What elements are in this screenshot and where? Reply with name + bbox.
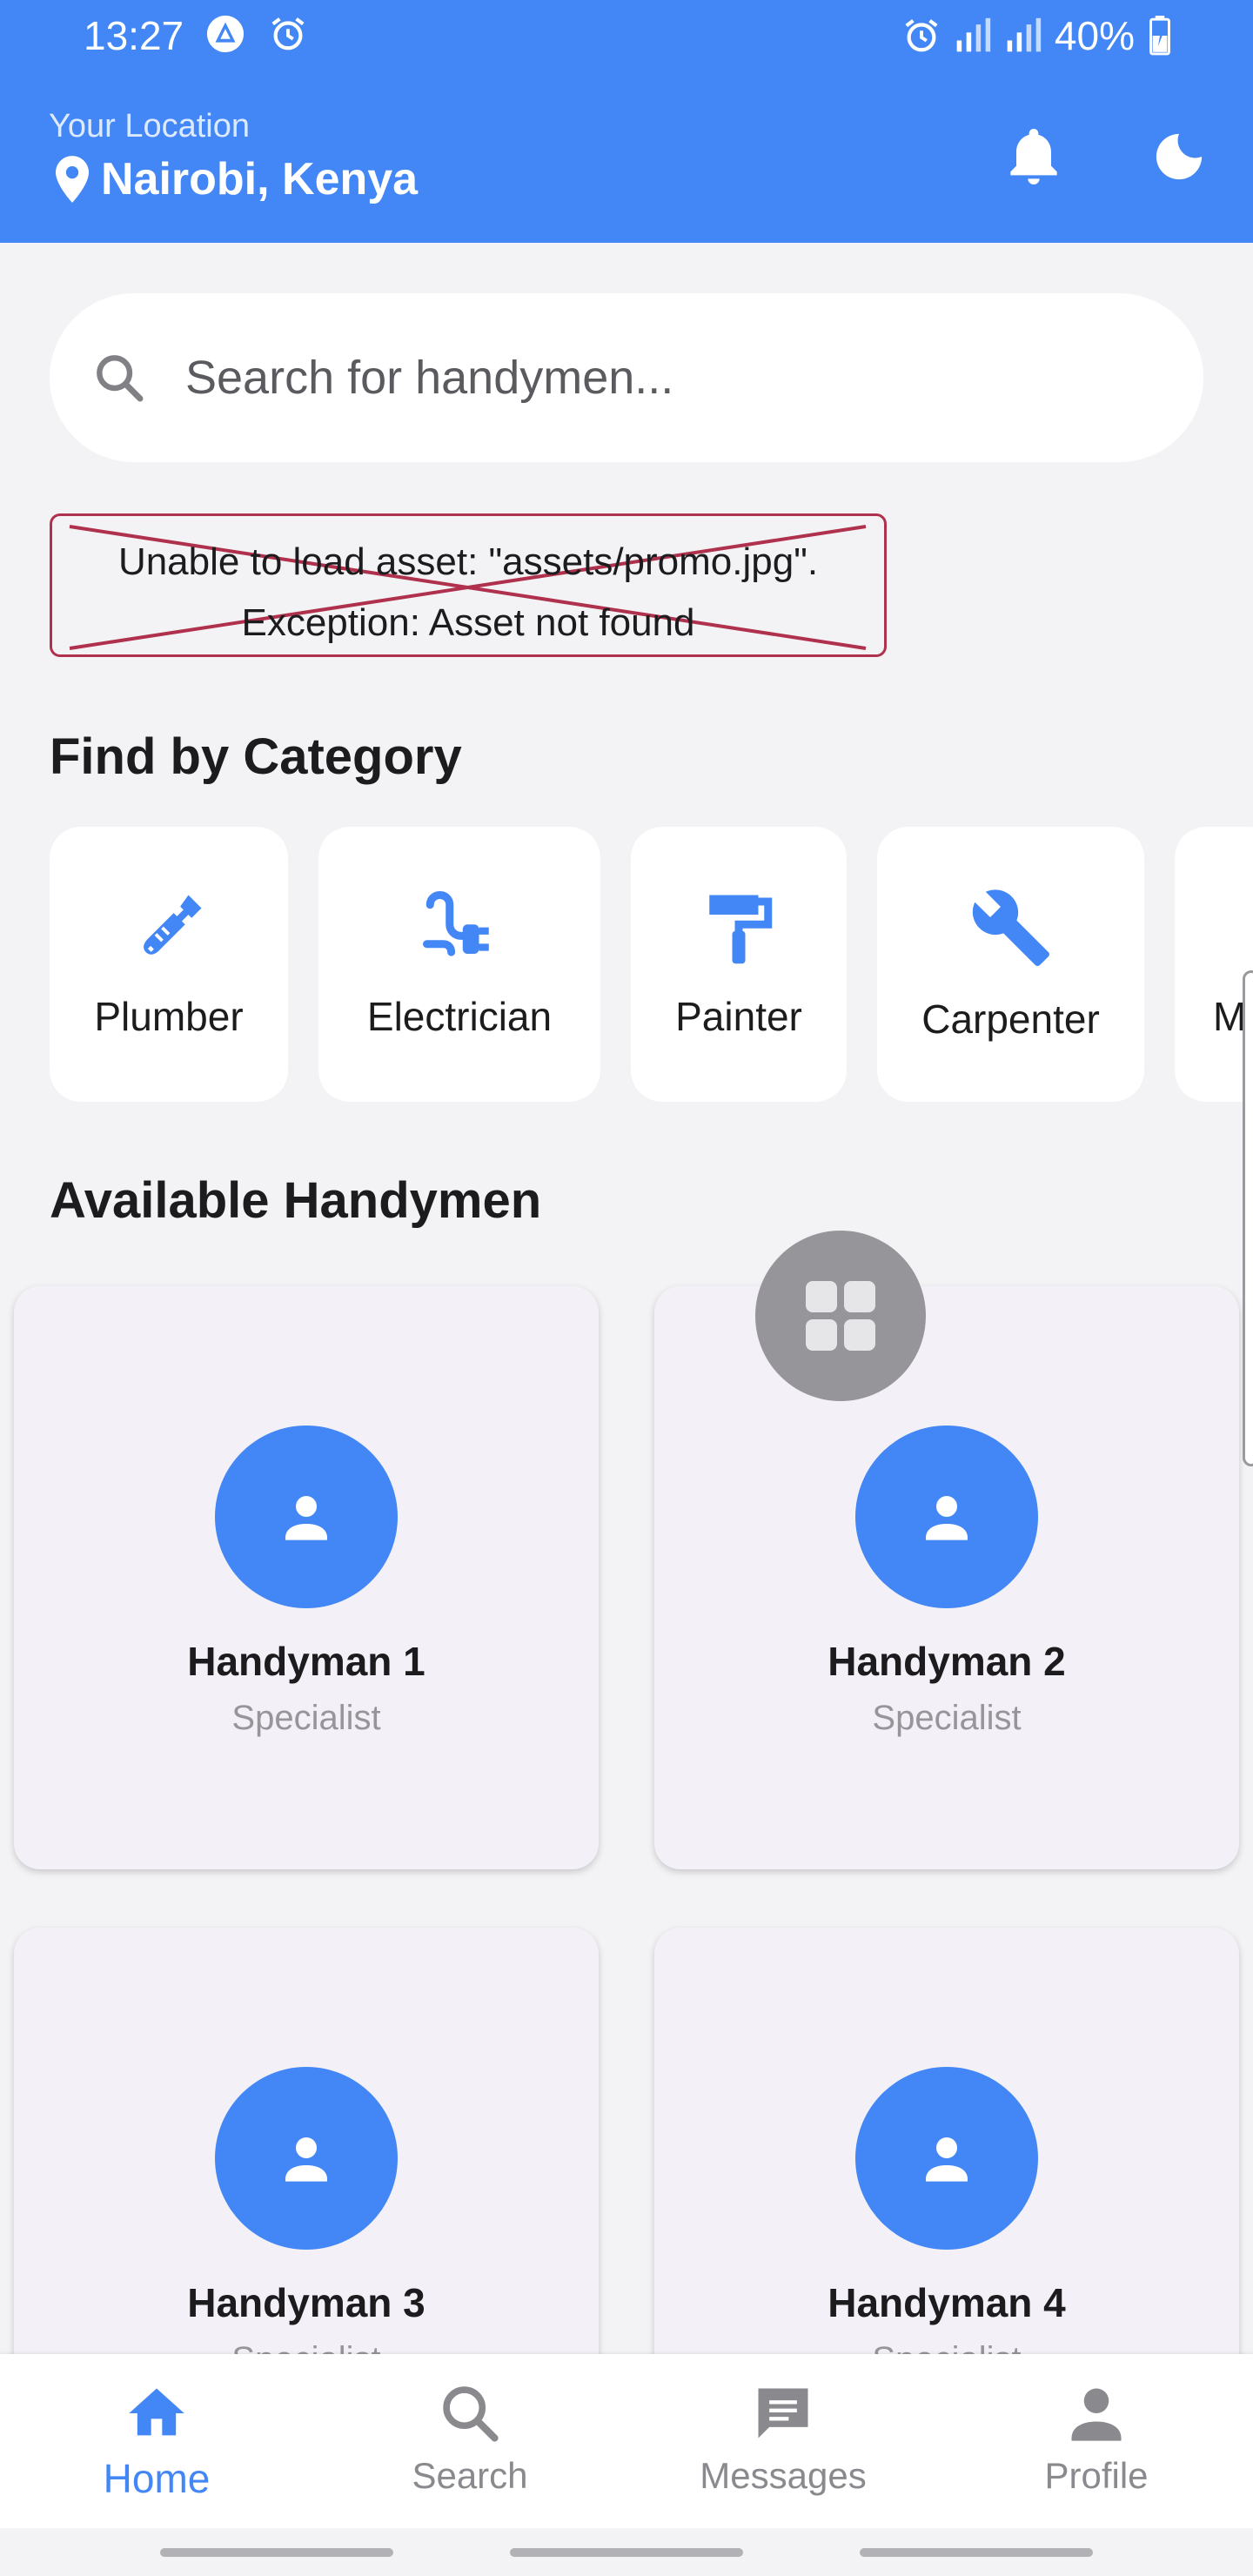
error-line-1: Unable to load asset: "assets/promo.jpg"… — [117, 540, 819, 583]
bottom-navigation: Home Search Messages Profile — [0, 2354, 1253, 2528]
person-icon — [1071, 2388, 1122, 2441]
location-city: Nairobi, Kenya — [101, 154, 419, 205]
location-pin-icon — [56, 156, 89, 203]
handyman-role: Specialist — [231, 1699, 381, 1737]
avatar — [855, 2067, 1038, 2250]
person-icon — [926, 1496, 968, 1540]
theme-toggle-button[interactable] — [1149, 126, 1209, 187]
alarm-icon — [271, 17, 305, 50]
category-painter[interactable]: Painter — [631, 827, 847, 1102]
person-icon — [285, 1496, 327, 1540]
handyman-card[interactable]: Handyman 4 Specialist — [654, 1928, 1239, 2415]
paint-roller-icon — [709, 895, 773, 964]
avatar — [215, 1426, 398, 1608]
signal-icon — [1007, 17, 1042, 52]
handyman-name: Handyman 2 — [828, 1639, 1066, 1684]
category-electrician[interactable]: Electrician — [318, 827, 600, 1102]
message-icon — [758, 2388, 808, 2438]
nav-messages[interactable]: Messages — [626, 2380, 940, 2497]
gesture-hint — [510, 2548, 743, 2557]
battery-charging-icon — [1149, 16, 1170, 56]
promo-image-error: Unable to load asset: "assets/promo.jpg"… — [50, 513, 887, 657]
edge-panel-handle[interactable] — [1243, 970, 1253, 1466]
category-carpenter[interactable]: Carpenter — [877, 827, 1144, 1102]
gesture-hint — [160, 2548, 393, 2557]
avatar — [215, 2067, 398, 2250]
home-icon — [129, 2388, 184, 2436]
category-plumber[interactable]: Plumber — [50, 827, 288, 1102]
battery-percent: 40% — [1054, 13, 1135, 58]
handyman-role: Specialist — [872, 1699, 1022, 1737]
person-icon — [926, 2137, 968, 2182]
alarm-icon — [905, 19, 938, 52]
moon-icon — [1156, 133, 1203, 180]
handyman-card[interactable]: Handyman 1 Specialist — [14, 1286, 599, 1869]
handymen-section-title: Available Handymen — [50, 1172, 542, 1229]
app-notification-icon — [206, 15, 245, 53]
nav-label: Search — [412, 2455, 528, 2496]
status-time: 13:27 — [84, 13, 184, 58]
category-partial[interactable]: M — [1175, 827, 1253, 1102]
search-icon — [97, 355, 144, 402]
wrench-icon — [972, 889, 1049, 966]
handyman-card[interactable]: Handyman 3 Specialist — [14, 1928, 599, 2415]
nav-search[interactable]: Search — [313, 2380, 626, 2497]
nav-label: Home — [103, 2456, 211, 2501]
avatar — [855, 1426, 1038, 1608]
handyman-name: Handyman 1 — [187, 1639, 425, 1684]
location-selector[interactable]: Nairobi, Kenya — [56, 153, 418, 205]
gesture-hint — [860, 2548, 1093, 2557]
search-bar[interactable]: Search for handymen... — [50, 293, 1203, 462]
category-label: Carpenter — [921, 996, 1100, 1042]
category-label: Plumber — [94, 994, 244, 1039]
error-line-2: Exception: Asset not found — [241, 601, 695, 644]
nav-home[interactable]: Home — [0, 2380, 313, 2502]
grid-menu-button[interactable] — [755, 1231, 926, 1401]
category-section-title: Find by Category — [50, 728, 462, 785]
handyman-name: Handyman 3 — [187, 2280, 425, 2325]
search-input[interactable]: Search for handymen... — [185, 351, 673, 405]
notifications-button[interactable] — [1003, 126, 1064, 187]
handyman-card[interactable]: Handyman 2 Specialist — [654, 1286, 1239, 1869]
plumbing-icon — [144, 895, 202, 955]
nav-profile[interactable]: Profile — [940, 2380, 1253, 2497]
handyman-name: Handyman 4 — [828, 2280, 1066, 2325]
bell-icon — [1010, 129, 1057, 184]
signal-icon — [956, 17, 991, 52]
location-label: Your Location — [49, 108, 251, 144]
person-icon — [285, 2137, 327, 2182]
category-label: Electrician — [366, 994, 553, 1039]
grid-icon — [806, 1281, 875, 1351]
category-label: Painter — [675, 994, 802, 1039]
nav-label: Messages — [700, 2455, 867, 2496]
power-plug-icon — [423, 890, 489, 956]
nav-label: Profile — [1044, 2455, 1149, 2496]
category-label: M — [1213, 994, 1247, 1039]
search-icon — [443, 2386, 499, 2442]
